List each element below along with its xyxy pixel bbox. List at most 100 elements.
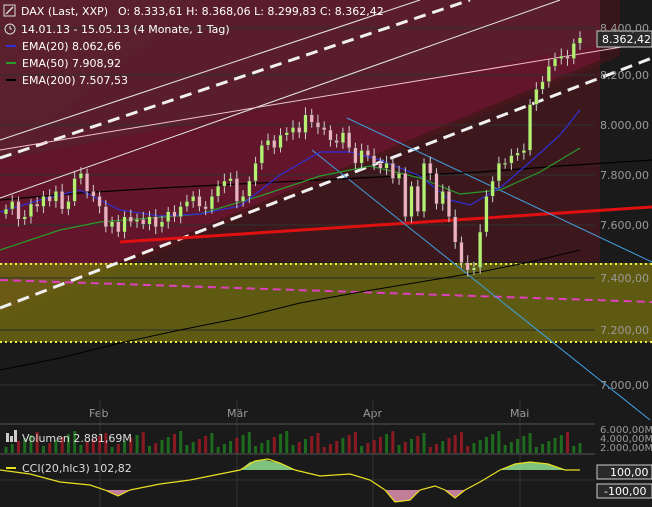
- candle-body: [153, 216, 158, 228]
- volume-bar: [341, 438, 345, 453]
- candle-body: [422, 162, 427, 212]
- volume-bar: [397, 445, 401, 453]
- volume-bar: [435, 444, 438, 453]
- candle-body: [78, 173, 83, 179]
- candle-body: [110, 221, 115, 228]
- volume-bar: [484, 437, 488, 453]
- candle-body: [578, 37, 583, 44]
- volume-tick-label: 2.000,00M: [600, 443, 652, 454]
- candle-body: [247, 180, 252, 197]
- volume-bar: [148, 446, 151, 453]
- candle-body: [72, 178, 77, 202]
- volume-bar: [472, 443, 476, 453]
- cci-legend: CCI(20,hlc3) 102,82: [6, 462, 132, 475]
- dax-chart: 8.362,42 8.400,00 8.200,00 8.000,00 7.80…: [0, 0, 652, 507]
- volume-bar: [254, 446, 258, 453]
- y-tick-label: 7.400,00: [600, 272, 649, 285]
- candle-body: [22, 216, 27, 220]
- candle-body: [66, 201, 71, 210]
- candle-body: [178, 206, 183, 217]
- candle-body: [10, 201, 15, 210]
- candle-body: [291, 127, 296, 133]
- volume-bar: [466, 446, 470, 453]
- volume-bar: [534, 447, 538, 453]
- volume-bar: [441, 441, 445, 453]
- volume-bar: [410, 439, 414, 453]
- volume-bar: [541, 444, 545, 453]
- volume-bar: [459, 432, 463, 453]
- volume-bar: [241, 435, 245, 453]
- candle-body: [60, 190, 65, 210]
- ema50-label: EMA(50) 7.908,92: [22, 57, 121, 70]
- candle-body: [315, 122, 320, 128]
- volume-bar: [447, 438, 451, 453]
- volume-bar: [41, 446, 45, 453]
- volume-bar: [247, 432, 251, 453]
- volume-bar: [391, 431, 395, 453]
- candle-body: [340, 132, 345, 143]
- candle-body: [209, 196, 214, 210]
- candle-body: [253, 162, 258, 182]
- volume-bar: [522, 436, 526, 453]
- candle-body: [266, 139, 271, 146]
- volume-bar: [310, 436, 314, 453]
- candle-body: [496, 162, 501, 182]
- volume-bar: [10, 444, 14, 453]
- candle-body: [135, 219, 140, 222]
- candle-body: [503, 162, 508, 165]
- volume-bar: [172, 434, 176, 453]
- candle-body: [272, 139, 277, 149]
- candle-body: [191, 196, 196, 202]
- candle-body: [559, 55, 564, 59]
- volume-bar: [210, 433, 214, 453]
- volume-bar: [366, 443, 370, 453]
- ohlc-values: O: 8.333,61 H: 8.368,06 L: 8.299,83 C: 8…: [118, 5, 384, 18]
- volume-bar: [547, 441, 551, 453]
- candle-body: [490, 180, 495, 197]
- candle-body: [459, 241, 464, 263]
- candle-body: [553, 58, 558, 67]
- candle-body: [471, 267, 476, 271]
- candle-body: [384, 162, 389, 169]
- candle-body: [97, 196, 102, 207]
- candle-body: [378, 162, 383, 169]
- candle-body: [359, 150, 364, 164]
- y-tick-label: 7.600,00: [600, 219, 649, 232]
- volume-bar: [322, 447, 326, 453]
- volume-bar: [335, 441, 339, 453]
- volume-bar: [491, 434, 495, 453]
- candle-body: [216, 185, 221, 197]
- candle-body: [103, 206, 108, 228]
- candle-body: [141, 219, 146, 225]
- volume-bar: [360, 446, 364, 453]
- candle-body: [328, 129, 333, 141]
- volume-bar: [428, 447, 432, 453]
- cci-label: CCI(20,hlc3) 102,82: [22, 462, 132, 475]
- volume-bar: [197, 439, 201, 453]
- cci-tick-label: -100,00: [604, 485, 646, 498]
- volume-bar: [222, 444, 226, 453]
- candle-body: [365, 150, 370, 156]
- volume-bar: [509, 442, 513, 453]
- candle-body: [234, 178, 239, 202]
- instrument-name: DAX (Last, XXP): [21, 5, 108, 18]
- candle-body: [53, 190, 58, 202]
- volume-bar: [516, 439, 520, 453]
- volume-bar: [572, 446, 576, 453]
- candle-body: [540, 81, 545, 90]
- volume-bar: [497, 431, 501, 453]
- ema20-label: EMA(20) 8.062,66: [22, 40, 121, 53]
- volume-icon: [14, 430, 17, 442]
- candle-body: [47, 196, 52, 202]
- candle-body: [534, 88, 539, 105]
- candle-body: [409, 185, 414, 217]
- volume-bar: [154, 443, 158, 453]
- candle-body: [128, 216, 133, 222]
- volume-bar: [385, 434, 389, 453]
- candle-body: [203, 206, 208, 210]
- candle-body: [241, 196, 246, 202]
- volume-bar: [353, 432, 357, 453]
- candle-body: [453, 216, 458, 243]
- volume-bar: [266, 440, 270, 453]
- volume-axis-labels: 6.000,00M 4.000,00M 2.000,00M: [600, 425, 652, 454]
